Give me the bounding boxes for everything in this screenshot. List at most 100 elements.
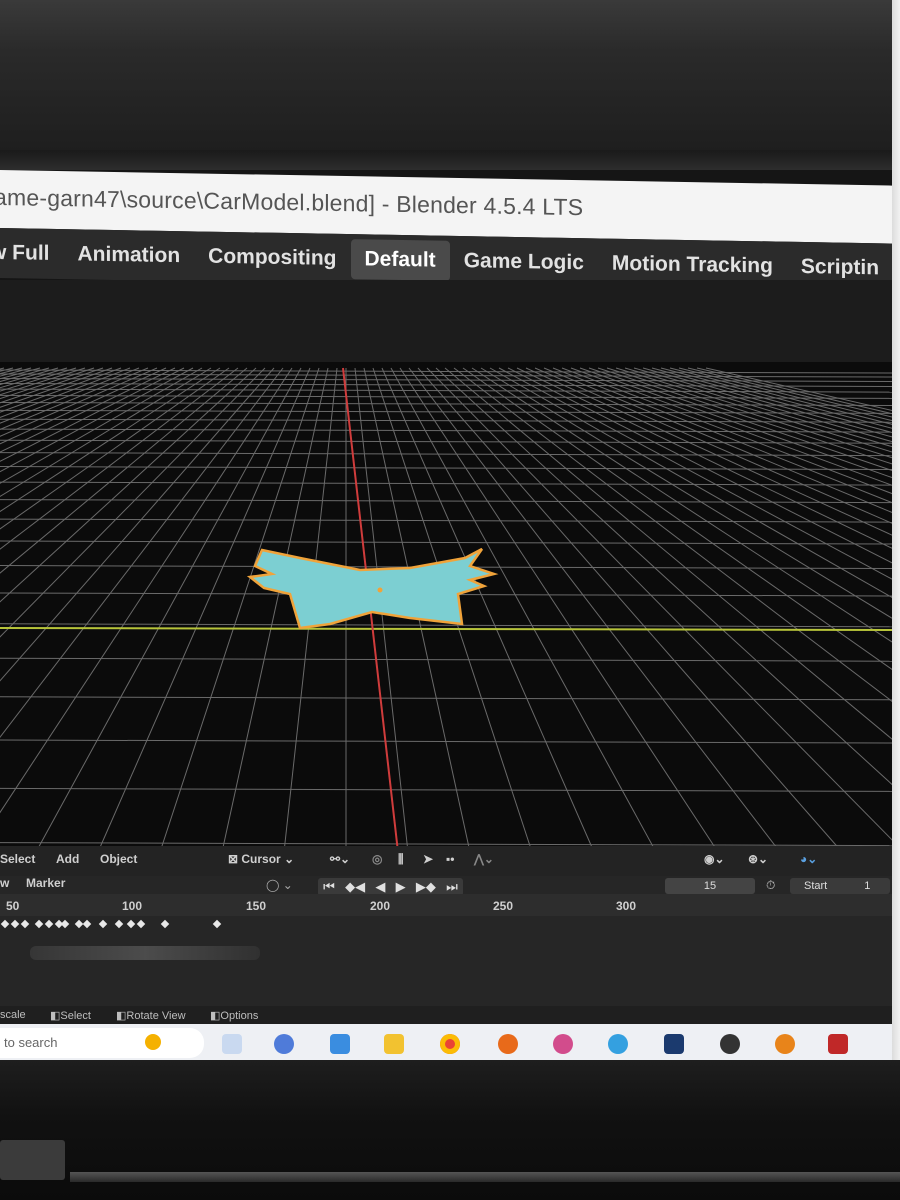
keyframe-diamond-icon[interactable]: [34, 919, 44, 929]
gizmo-icon[interactable]: ⊛⌄: [748, 852, 768, 866]
status-options-label: Options: [220, 1010, 259, 1022]
tab-game-logic[interactable]: Game Logic: [450, 241, 598, 284]
file-explorer-icon[interactable]: [384, 1034, 404, 1054]
keyframe-diamond-icon[interactable]: [82, 919, 92, 929]
laptop-bezel-top: [0, 0, 900, 170]
edge-icon[interactable]: [608, 1034, 628, 1054]
keyframe-diamond-icon[interactable]: [126, 919, 136, 929]
keyframe-diamond-icon[interactable]: [60, 919, 70, 929]
viewport-shading-icon[interactable]: ◕⌄: [800, 852, 817, 866]
keyframe-diamond-icon[interactable]: [20, 919, 30, 929]
falloff-icon[interactable]: ⫼: [398, 852, 404, 867]
app-icon[interactable]: [553, 1034, 573, 1054]
taskbar-search-box[interactable]: to search: [0, 1028, 204, 1058]
status-scale: scale: [0, 1009, 26, 1021]
mouse-icon: ◧: [116, 1010, 127, 1022]
tab-view-full[interactable]: w Full: [0, 233, 64, 275]
os-taskbar: to search: [0, 1024, 892, 1064]
keyframe-diamond-icon[interactable]: [10, 919, 20, 929]
jump-start-icon[interactable]: ⏮: [323, 879, 335, 895]
record-icon[interactable]: ◯ ⌄: [266, 878, 293, 892]
status-select: ◧Select: [50, 1009, 91, 1022]
grid-line: [417, 367, 843, 852]
steam-icon[interactable]: [664, 1034, 684, 1054]
ruler-tick: 300: [616, 899, 637, 913]
start-frame-field[interactable]: Start 1: [790, 878, 890, 894]
grid-line: [0, 696, 892, 701]
menu-view[interactable]: w: [0, 876, 9, 890]
status-bar: scale ◧Select ◧Rotate View ◧Options: [0, 1006, 892, 1026]
play-icon[interactable]: ▶: [396, 879, 406, 895]
widgets-icon[interactable]: [274, 1034, 294, 1054]
grid-line: [597, 367, 892, 465]
grid-line: [489, 367, 892, 599]
keyframe-diamond-icon[interactable]: [98, 919, 108, 929]
grid-line: [0, 623, 892, 628]
keyframe-diamond-icon[interactable]: [44, 919, 54, 929]
keyboard-key: [0, 1140, 65, 1180]
jump-end-icon[interactable]: ⏭: [446, 879, 458, 895]
grid-line: [0, 787, 892, 792]
keyframe-diamond-icon[interactable]: [160, 919, 170, 929]
timeline-scrollbar[interactable]: [30, 946, 260, 960]
keyframe-diamond-icon[interactable]: [136, 919, 146, 929]
next-keyframe-icon[interactable]: ▶◆: [416, 879, 436, 895]
chrome-icon[interactable]: [440, 1034, 460, 1054]
grid-line: [705, 367, 892, 411]
keyboard-ridge: [70, 1172, 900, 1182]
ruler-tick: 50: [6, 899, 20, 913]
tab-compositing[interactable]: Compositing: [194, 236, 350, 279]
ruler-tick: 100: [122, 899, 143, 913]
tab-default[interactable]: Default: [350, 239, 450, 281]
laptop-keyboard-deck: [0, 1060, 900, 1200]
status-options: ◧Options: [210, 1009, 258, 1022]
clock-icon[interactable]: ⏱: [766, 878, 775, 893]
proportional-edit-icon[interactable]: ◎: [372, 852, 382, 866]
blender-icon[interactable]: [775, 1034, 795, 1054]
mouse-pointer-icon: ➤: [423, 852, 434, 866]
keyframe-diamond-icon[interactable]: [212, 919, 222, 929]
firefox-icon[interactable]: [498, 1034, 518, 1054]
app-icon-dark[interactable]: [720, 1034, 740, 1054]
grid-line: [516, 367, 892, 549]
grid-line: [0, 452, 892, 457]
link-icon[interactable]: ⚯⌄: [330, 852, 350, 866]
ruler-tick: 150: [246, 899, 267, 913]
menu-object[interactable]: Object: [100, 852, 137, 866]
curve-icon[interactable]: ⋀⌄: [474, 852, 494, 866]
menu-marker[interactable]: Marker: [26, 876, 65, 890]
mouse-icon: ◧: [210, 1010, 221, 1022]
snap-target-dropdown[interactable]: ⊠ Cursor ⌄: [228, 852, 294, 866]
app-icon-red[interactable]: [828, 1034, 848, 1054]
start-value: 1: [864, 880, 871, 892]
object-origin: [377, 587, 383, 593]
menu-add[interactable]: Add: [56, 852, 79, 866]
keyframe-diamond-icon[interactable]: [0, 919, 10, 929]
copilot-icon[interactable]: [145, 1034, 161, 1050]
snapping-toggle-icon[interactable]: ▪•: [446, 852, 454, 866]
status-rotate-label: Rotate View: [126, 1010, 186, 1022]
prev-keyframe-icon[interactable]: ◆◀: [345, 879, 365, 895]
store-icon[interactable]: [330, 1034, 350, 1054]
menu-select[interactable]: Select: [0, 852, 35, 866]
grid-line: [471, 367, 892, 643]
grid-line: [552, 367, 892, 504]
overlay-icon[interactable]: ◉⌄: [704, 852, 725, 866]
keyframe-diamond-icon[interactable]: [114, 919, 124, 929]
cursor-icon: ⊠: [228, 852, 242, 866]
tab-animation[interactable]: Animation: [64, 234, 195, 276]
status-rotate-view: ◧Rotate View: [116, 1009, 186, 1022]
grid-line: [0, 439, 892, 444]
grid-line: [543, 367, 892, 513]
mouse-icon: ◧: [50, 1010, 61, 1022]
current-frame-field[interactable]: 15: [665, 878, 755, 894]
grid-line: [462, 367, 892, 670]
grid-line: [696, 367, 892, 415]
ruler-tick: 250: [493, 899, 514, 913]
play-reverse-icon[interactable]: ◀: [375, 879, 385, 895]
task-view-icon[interactable]: [222, 1034, 242, 1054]
timeline-editor[interactable]: w Marker ◯ ⌄ ⏮ ◆◀ ◀ ▶ ▶◆ ⏭ 15 ⏱ Start 1 …: [0, 876, 892, 1006]
3d-viewport[interactable]: [0, 362, 892, 852]
start-label: Start: [804, 880, 828, 892]
grid-line: [408, 367, 781, 852]
